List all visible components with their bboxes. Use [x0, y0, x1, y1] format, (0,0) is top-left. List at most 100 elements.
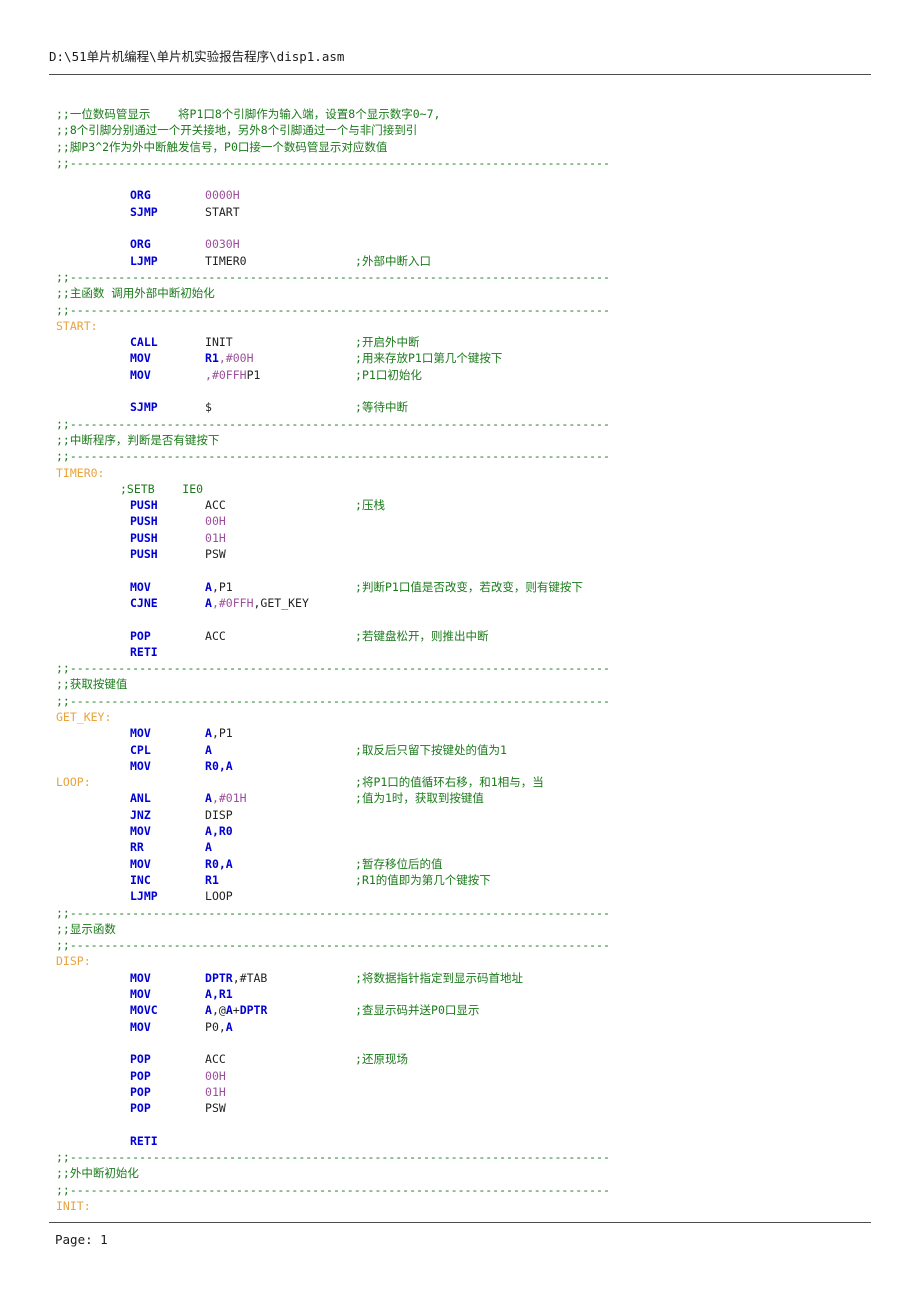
- code-line: ;;--------------------------------------…: [56, 660, 886, 676]
- code-line: ;;--------------------------------------…: [56, 416, 886, 432]
- operand-register: A: [205, 595, 212, 610]
- code-line: ;;--------------------------------------…: [56, 693, 886, 709]
- instruction-mnemonic: PUSH: [130, 547, 158, 562]
- instruction-mnemonic: POP: [130, 1084, 151, 1099]
- instruction-mnemonic: POP: [130, 628, 151, 643]
- inline-comment: ;用来存放P1口第几个键按下: [355, 351, 503, 366]
- operand-literal: ,#01H: [211, 791, 247, 806]
- operand-register: A: [225, 1003, 233, 1018]
- operand-identifier: ACC: [205, 498, 226, 513]
- instruction-mnemonic: MOVC: [130, 1003, 158, 1018]
- operand-register: A,R0: [205, 824, 233, 839]
- code-line: DISP:: [56, 953, 886, 969]
- instruction-mnemonic: MOV: [130, 1019, 151, 1034]
- operand-literal: ,#0FFH: [211, 595, 254, 610]
- code-line: MOV ,#0FFHP1 ;P1口初始化: [56, 367, 886, 383]
- instruction-mnemonic: POP: [130, 1101, 151, 1116]
- operand-identifier: INIT: [205, 335, 233, 350]
- operand-literal: 01H: [205, 530, 226, 545]
- code-line: ;SETB IE0: [56, 481, 886, 497]
- separator-comment: ;;--------------------------------------…: [56, 905, 610, 920]
- code-line: MOV A,R0: [56, 823, 886, 839]
- code-line: ORG 0000H: [56, 187, 886, 203]
- instruction-mnemonic: LJMP: [130, 253, 158, 268]
- code-label: TIMER0:: [56, 465, 105, 480]
- code-line: ;;外中断初始化: [56, 1165, 886, 1181]
- printed-page: D:\51单片机编程\单片机实验报告程序\disp1.asm ;;一位数码管显示…: [0, 0, 920, 1302]
- document-header-path: D:\51单片机编程\单片机实验报告程序\disp1.asm: [49, 49, 345, 64]
- code-line: CJNE A,#0FFH,GET_KEY: [56, 595, 886, 611]
- inline-comment: ;等待中断: [355, 400, 408, 415]
- instruction-mnemonic: RETI: [130, 1133, 158, 1148]
- code-line: LJMP LOOP: [56, 888, 886, 904]
- instruction-mnemonic: SJMP: [130, 204, 158, 219]
- code-line: ;;--------------------------------------…: [56, 937, 886, 953]
- code-line: ;;--------------------------------------…: [56, 1182, 886, 1198]
- operand-register: A,R1: [205, 987, 233, 1002]
- operand-literal: 0000H: [205, 188, 240, 203]
- instruction-mnemonic: ORG: [130, 237, 151, 252]
- separator-comment: ;;--------------------------------------…: [56, 1182, 610, 1197]
- code-line: ;;--------------------------------------…: [56, 1149, 886, 1165]
- operand-literal: 0030H: [205, 237, 240, 252]
- separator-comment: ;;--------------------------------------…: [56, 449, 610, 464]
- instruction-mnemonic: INC: [130, 872, 151, 887]
- code-line: POP PSW: [56, 1100, 886, 1116]
- operand-identifier: +: [232, 1003, 240, 1018]
- operand-identifier: ACC: [205, 1052, 226, 1067]
- code-label: LOOP:: [56, 775, 91, 790]
- code-line: PUSH PSW: [56, 546, 886, 562]
- operand-identifier: ,P1: [211, 726, 233, 741]
- instruction-mnemonic: PUSH: [130, 498, 158, 513]
- instruction-mnemonic: MOV: [130, 579, 151, 594]
- code-line: ;;--------------------------------------…: [56, 448, 886, 464]
- instruction-mnemonic: PUSH: [130, 530, 158, 545]
- code-line: MOV R0,A ;暂存移位后的值: [56, 856, 886, 872]
- assembly-code-listing: ;;一位数码管显示 将P1口8个引脚作为输入端，设置8个显示数字0~7, ;;8个…: [56, 106, 886, 1214]
- code-label: DISP:: [56, 954, 91, 969]
- code-line: ;;--------------------------------------…: [56, 905, 886, 921]
- footer-divider: [49, 1222, 871, 1223]
- separator-comment: ;;--------------------------------------…: [56, 269, 610, 284]
- operand-register: A: [205, 840, 212, 855]
- operand-identifier: ,GET_KEY: [253, 595, 309, 610]
- code-line: START:: [56, 318, 886, 334]
- code-line: ;;显示函数: [56, 921, 886, 937]
- instruction-mnemonic: POP: [130, 1068, 151, 1083]
- code-line: MOVC A,@A+DPTR ;查显示码并送P0口显示: [56, 1002, 886, 1018]
- header-divider: [49, 74, 871, 75]
- code-line: INIT:: [56, 1198, 886, 1214]
- code-line: INC R1 ;R1的值即为第几个键按下: [56, 872, 886, 888]
- code-line: ORG 0030H: [56, 236, 886, 252]
- operand-register: R1: [205, 872, 219, 887]
- operand-register: A: [225, 1019, 233, 1034]
- block-comment: ;;外中断初始化: [56, 1166, 139, 1181]
- instruction-mnemonic: ORG: [130, 188, 151, 203]
- inline-comment: ;压栈: [355, 498, 385, 513]
- code-line: CALL INIT ;开启外中断: [56, 334, 886, 350]
- code-label: START:: [56, 318, 98, 333]
- instruction-mnemonic: MOV: [130, 824, 151, 839]
- inline-comment: ;P1口初始化: [355, 367, 422, 382]
- code-line: ;;--------------------------------------…: [56, 269, 886, 285]
- code-line: ANL A,#01H ;值为1时，获取到按键值: [56, 790, 886, 806]
- operand-identifier: START: [205, 204, 240, 219]
- page-footer: Page: 1: [55, 1232, 108, 1247]
- operand-identifier: TIMER0: [205, 253, 247, 268]
- operand-identifier: P0,: [205, 1019, 226, 1034]
- instruction-mnemonic: MOV: [130, 351, 151, 366]
- code-line: RETI: [56, 1133, 886, 1149]
- code-label: INIT:: [56, 1198, 91, 1213]
- instruction-mnemonic: MOV: [130, 726, 151, 741]
- operand-literal: ,#0FFH: [205, 367, 247, 382]
- instruction-mnemonic: RETI: [130, 644, 158, 659]
- code-line: MOV P0,A: [56, 1019, 886, 1035]
- code-line: MOV A,P1: [56, 725, 886, 741]
- code-line: ;;中断程序，判断是否有键按下: [56, 432, 886, 448]
- code-line: CPL A ;取反后只留下按键处的值为1: [56, 742, 886, 758]
- instruction-mnemonic: CPL: [130, 742, 151, 757]
- code-line: SJMP $ ;等待中断: [56, 399, 886, 415]
